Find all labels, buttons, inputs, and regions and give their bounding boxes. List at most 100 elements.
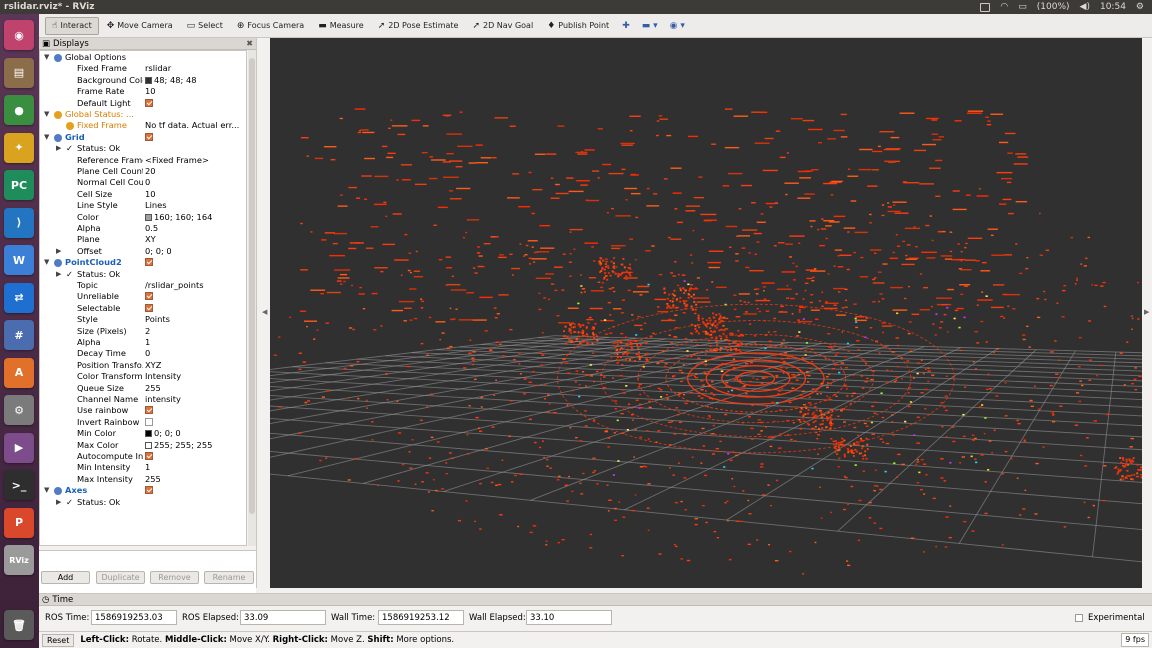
remove-tool-icon[interactable]: ▬ ▾ — [637, 21, 663, 31]
rename-button[interactable]: Rename — [204, 571, 254, 584]
volume-icon[interactable]: ◀) — [1080, 2, 1090, 12]
launcher-files-icon[interactable]: ▤ — [4, 57, 34, 88]
display-row[interactable]: Decay Time 0 — [40, 348, 246, 359]
property-value[interactable] — [145, 303, 245, 314]
display-row[interactable]: Style Points — [40, 314, 246, 325]
display-row[interactable]: Fixed Frame No tf data. Actual err... — [40, 120, 246, 131]
display-row[interactable]: Selectable — [40, 303, 246, 314]
displays-scrollbar[interactable] — [248, 50, 256, 546]
tool-2d-nav-goal-button[interactable]: ➚ 2D Nav Goal — [466, 17, 539, 35]
launcher-inkscape-icon[interactable]: ✦ — [4, 132, 34, 163]
launcher-system-settings-icon[interactable]: ⚙ — [4, 395, 34, 425]
property-checkbox[interactable] — [145, 406, 153, 415]
point-cloud-view[interactable] — [270, 38, 1142, 588]
display-row[interactable]: ▼ PointCloud2 — [40, 257, 246, 268]
display-row[interactable]: Unreliable — [40, 291, 246, 302]
display-row[interactable]: Fixed Frame rslidar — [40, 63, 246, 74]
property-value[interactable] — [145, 291, 245, 302]
display-row[interactable]: Color TransformerIntensity — [40, 371, 246, 382]
property-value[interactable]: rslidar — [145, 63, 245, 74]
display-row[interactable]: ▶ ✓ Status: Ok — [40, 143, 246, 154]
tool-move-camera-button[interactable]: ✥ Move Camera — [101, 17, 179, 35]
expand-arrow-icon[interactable]: ▶ — [56, 143, 61, 154]
collapse-arrow-icon[interactable]: ▼ — [44, 485, 49, 496]
property-value[interactable]: 0 — [145, 177, 245, 188]
view-options-icon[interactable]: ◉ ▾ — [665, 21, 690, 31]
tool-focus-camera-button[interactable]: ⊕ Focus Camera — [231, 17, 310, 35]
render-viewport[interactable] — [270, 38, 1142, 588]
display-row[interactable]: Min Color 0; 0; 0 — [40, 428, 246, 439]
launcher-wps-presentation-icon[interactable]: P — [4, 507, 34, 538]
property-value[interactable] — [145, 132, 245, 143]
expand-arrow-icon[interactable]: ▶ — [56, 269, 61, 280]
collapse-arrow-icon[interactable]: ▼ — [44, 257, 49, 268]
display-row[interactable]: Color 160; 160; 164 — [40, 212, 246, 223]
display-row[interactable]: Invert Rainbow — [40, 417, 246, 428]
display-row[interactable]: Max Intensity 255 — [40, 474, 246, 485]
tool-select-button[interactable]: ▭ Select — [181, 17, 229, 35]
display-row[interactable]: Alpha 1 — [40, 337, 246, 348]
experimental-checkbox[interactable] — [1075, 614, 1083, 622]
property-value[interactable] — [145, 417, 245, 428]
display-row[interactable]: Plane XY — [40, 234, 246, 245]
left-dock-splitter[interactable]: ◀ — [260, 38, 270, 588]
display-row[interactable]: ▶ ✓ Status: Ok — [40, 269, 246, 280]
property-checkbox[interactable] — [145, 452, 153, 460]
property-value[interactable] — [145, 485, 245, 496]
property-value[interactable]: Intensity — [145, 371, 245, 382]
property-value[interactable]: 20 — [145, 166, 245, 177]
display-row[interactable]: ▼ Global Status: ... — [40, 109, 246, 120]
property-value[interactable] — [145, 451, 245, 462]
property-value[interactable]: 160; 160; 164 — [145, 212, 245, 223]
display-row[interactable]: Alpha 0.5 — [40, 223, 246, 234]
close-icon[interactable]: ✖ — [246, 39, 253, 48]
display-row[interactable]: Channel Name intensity — [40, 394, 246, 405]
right-dock-splitter[interactable]: ▶ — [1142, 38, 1152, 588]
property-value[interactable]: 10 — [145, 86, 245, 97]
wall-time-field[interactable]: 1586919253.12 — [378, 610, 464, 625]
property-value[interactable]: 10 — [145, 189, 245, 200]
battery-icon[interactable]: ▭ — [1018, 2, 1027, 12]
color-swatch[interactable] — [145, 213, 152, 221]
color-swatch[interactable] — [145, 441, 152, 449]
launcher-trash-icon[interactable]: 🗑 — [4, 610, 34, 640]
property-value[interactable]: 0; 0; 0 — [145, 428, 245, 439]
property-value[interactable]: Points — [145, 314, 245, 325]
property-value[interactable]: XYZ — [145, 360, 245, 371]
launcher-ubuntu-dash-icon[interactable]: ◉ — [4, 20, 34, 50]
tool-publish-point-button[interactable]: ♦ Publish Point — [541, 17, 615, 35]
property-checkbox[interactable] — [145, 486, 153, 495]
property-value[interactable] — [145, 257, 245, 268]
property-value[interactable]: /rslidar_points — [145, 280, 245, 291]
keyboard-icon[interactable] — [980, 2, 991, 12]
property-value[interactable]: 0; 0; 0 — [145, 246, 245, 257]
launcher-terminal-icon[interactable]: >_ — [4, 470, 34, 500]
display-row[interactable]: Reference Frame <Fixed Frame> — [40, 155, 246, 166]
tool-measure-button[interactable]: ▬ Measure — [312, 17, 370, 35]
display-row[interactable]: ▼ Global Options — [40, 52, 246, 63]
property-checkbox[interactable] — [145, 98, 153, 107]
reset-button[interactable]: Reset — [42, 633, 75, 647]
property-value[interactable]: No tf data. Actual err... — [145, 120, 245, 131]
property-value[interactable]: intensity — [145, 394, 245, 405]
launcher-monodevelop-icon[interactable]: # — [4, 320, 34, 350]
property-value[interactable]: <Fixed Frame> — [145, 155, 245, 166]
remove-button[interactable]: Remove — [150, 571, 199, 584]
property-value[interactable]: 255 — [145, 474, 245, 485]
display-row[interactable]: Line Style Lines — [40, 200, 246, 211]
launcher-teamviewer-icon[interactable]: ⇄ — [4, 282, 34, 313]
launcher-wps-writer-icon[interactable]: W — [4, 245, 34, 275]
collapse-arrow-icon[interactable]: ▼ — [44, 132, 49, 143]
property-value[interactable]: XY — [145, 234, 245, 245]
ros-elapsed-field[interactable]: 33.09 — [240, 610, 326, 625]
property-value[interactable]: Lines — [145, 200, 245, 211]
display-row[interactable]: Cell Size 10 — [40, 189, 246, 200]
property-value[interactable]: 0 — [145, 348, 245, 359]
launcher-pycharm-icon[interactable]: PC — [4, 170, 34, 200]
expand-arrow-icon[interactable]: ▶ — [56, 246, 61, 257]
property-value[interactable]: 0.5 — [145, 223, 245, 234]
display-row[interactable]: ▼ Axes — [40, 485, 246, 496]
display-row[interactable]: Background Color48; 48; 48 — [40, 75, 246, 86]
tool-interact-button[interactable]: ☝ Interact — [45, 16, 99, 35]
launcher-chrome-icon[interactable]: ● — [4, 95, 34, 125]
